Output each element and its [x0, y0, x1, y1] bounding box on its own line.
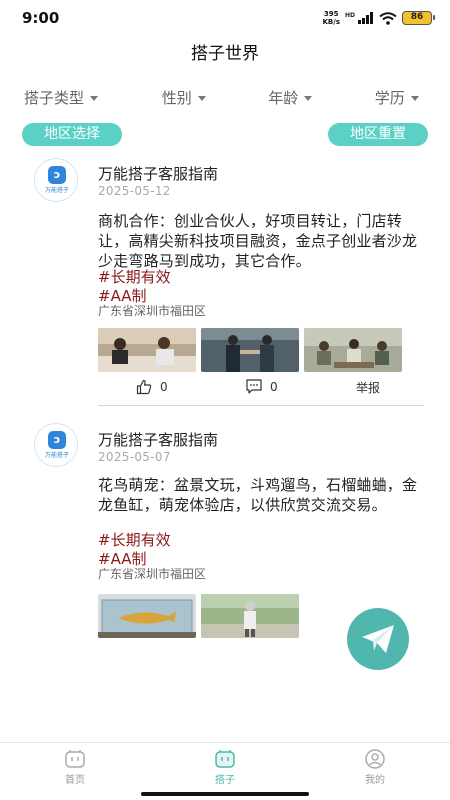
status-time: 9:00 — [22, 9, 60, 27]
like-count: 0 — [160, 380, 168, 394]
post-tag: #长期有效 — [98, 268, 171, 286]
post-location: 广东省深圳市福田区 — [98, 304, 207, 318]
post-location: 广东省深圳市福田区 — [98, 567, 207, 581]
region-row: 地区选择 地区重置 — [0, 123, 450, 147]
post-date: 2025-05-12 — [98, 184, 171, 198]
filter-gender[interactable]: 性别 — [131, 83, 238, 111]
tab-home[interactable]: 首页 — [0, 743, 150, 800]
comment-icon — [246, 379, 262, 394]
app-logo-icon: ɔ — [48, 166, 66, 184]
divider — [98, 405, 424, 406]
post-photo[interactable] — [304, 328, 402, 372]
page-title: 搭子世界 — [191, 44, 259, 64]
network-speed: 395 KB/s — [322, 10, 340, 26]
filter-dazi-type[interactable]: 搭子类型 — [0, 83, 131, 111]
avatar[interactable]: ɔ 万能搭子 — [34, 423, 78, 467]
dazi-tab-icon — [215, 750, 235, 768]
region-select-button[interactable]: 地区选择 — [22, 123, 122, 146]
post-photo[interactable] — [201, 594, 299, 638]
caret-down-icon — [304, 95, 313, 101]
post-photo[interactable] — [98, 594, 196, 638]
filter-age[interactable]: 年龄 — [237, 83, 344, 111]
app-logo-icon: ɔ — [48, 431, 66, 449]
status-bar: 9:00 395 KB/s HD 86 — [0, 0, 450, 34]
hd-indicator: HD — [344, 11, 355, 19]
comment-count: 0 — [270, 379, 278, 394]
post-body: 花鸟萌宠：盆景文玩，斗鸡遛鸟，石榴蛐蛐，金龙鱼缸，萌宠体验店，以供欣赏交流交易。 — [98, 476, 418, 514]
user-profile-icon — [365, 749, 385, 769]
thumbs-up-icon — [136, 379, 152, 395]
region-reset-button[interactable]: 地区重置 — [328, 123, 428, 146]
poster-name[interactable]: 万能搭子客服指南 — [98, 429, 218, 450]
filter-bar: 搭子类型 性别 年龄 学历 — [0, 83, 450, 111]
post-photo[interactable] — [98, 328, 196, 372]
signal-icon — [358, 12, 373, 24]
status-icons: 395 KB/s HD 86 — [322, 10, 435, 26]
wifi-icon — [379, 11, 397, 25]
poster-name[interactable]: 万能搭子客服指南 — [98, 163, 218, 184]
comment-button[interactable]: 0 — [246, 379, 278, 394]
post-date: 2025-05-07 — [98, 450, 171, 464]
avatar[interactable]: ɔ 万能搭子 — [34, 158, 78, 202]
post-tag: #长期有效 — [98, 531, 171, 549]
home-tab-icon — [65, 750, 85, 768]
battery-icon: 86 — [402, 11, 435, 25]
report-button[interactable]: 举报 — [356, 379, 380, 396]
post-photo[interactable] — [201, 328, 299, 372]
caret-down-icon — [197, 95, 206, 101]
post-actions: 0 0 举报 — [98, 379, 424, 401]
post-body: 商机合作：创业合伙人，好项目转让，门店转让，高精尖新科技项目融资，金点子创业者沙… — [98, 212, 418, 270]
caret-down-icon — [410, 95, 419, 101]
publish-fab[interactable] — [347, 608, 409, 670]
tab-mine[interactable]: 我的 — [300, 743, 450, 800]
filter-education[interactable]: 学历 — [344, 83, 450, 111]
caret-down-icon — [90, 95, 99, 101]
paper-plane-icon — [362, 625, 394, 653]
like-button[interactable]: 0 — [136, 379, 168, 395]
home-indicator — [141, 792, 309, 796]
